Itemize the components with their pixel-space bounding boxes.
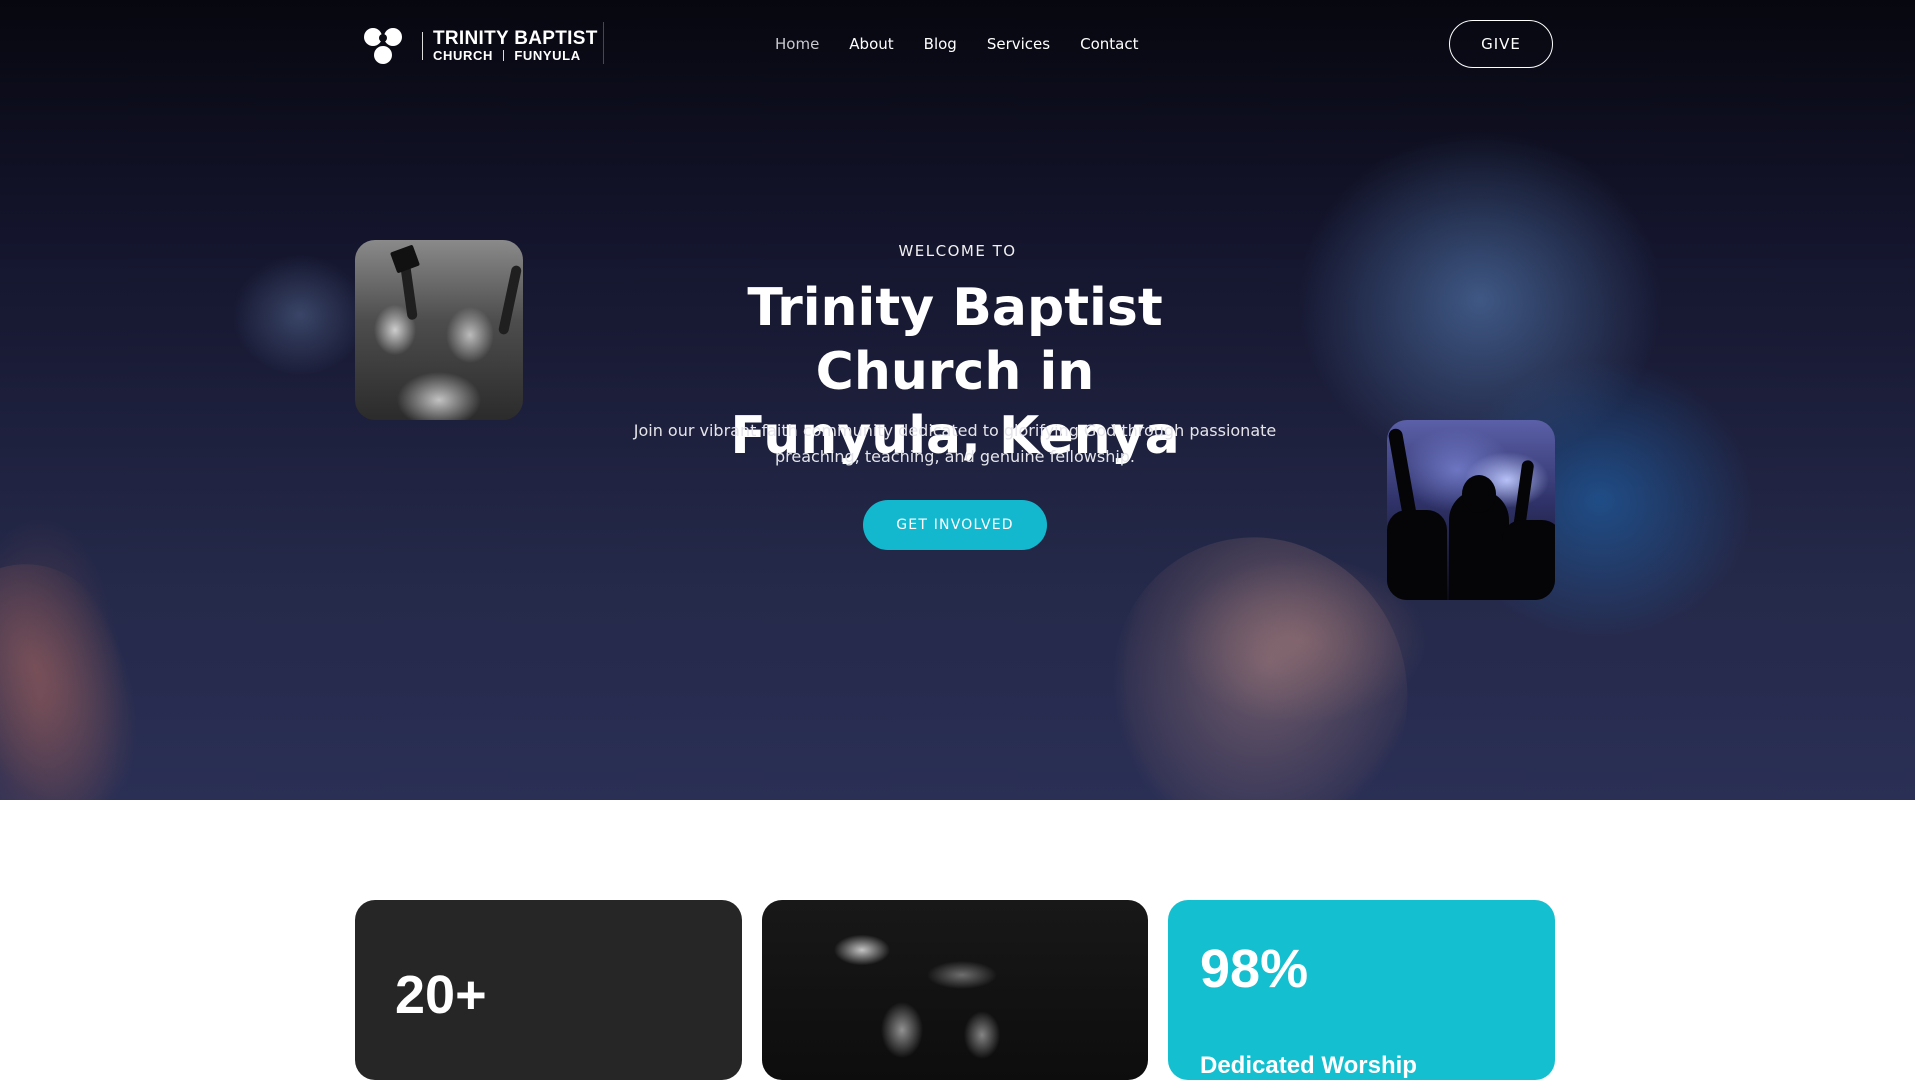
nav-home-link[interactable]: Home xyxy=(775,35,819,53)
nav-services-link[interactable]: Services xyxy=(987,35,1050,53)
raised-hand-left-image xyxy=(0,536,177,800)
raised-hands-concert-photo xyxy=(1387,420,1555,600)
hero-description: Join our vibrant faith community dedicat… xyxy=(633,421,1277,466)
stat-card-worship-photo xyxy=(762,900,1148,1080)
stat-card-years: 20+ xyxy=(355,900,742,1080)
worship-congregation-photo xyxy=(355,240,523,420)
church-logo[interactable]: TRINITY BAPTIST CHURCH FUNYULA xyxy=(360,24,605,68)
main-menu: Home About Blog Services Contact xyxy=(775,35,1138,53)
give-button[interactable]: GIVE xyxy=(1449,20,1553,68)
nav-about-link[interactable]: About xyxy=(849,35,893,53)
get-involved-button[interactable]: GET INVOLVED xyxy=(863,500,1047,550)
stat-years-value: 20+ xyxy=(395,965,487,1025)
stat-card-worship: 98% Dedicated Worship xyxy=(1168,900,1555,1080)
logo-subtitle-right: FUNYULA xyxy=(514,48,581,64)
trinity-logo-icon xyxy=(360,24,408,68)
logo-subtitle-left: CHURCH xyxy=(433,48,493,64)
hero-title-line-1: Trinity Baptist Church in xyxy=(747,278,1163,402)
top-navigation: TRINITY BAPTIST CHURCH FUNYULA Home Abou… xyxy=(0,0,1915,90)
nav-contact-link[interactable]: Contact xyxy=(1080,35,1138,53)
stat-worship-label: Dedicated Worship xyxy=(1200,1052,1417,1079)
stat-worship-value: 98% xyxy=(1200,939,1309,999)
hero-eyebrow: WELCOME TO xyxy=(898,242,1017,260)
logo-divider xyxy=(422,32,423,60)
logo-edge-divider xyxy=(603,22,604,64)
logo-subtitle: CHURCH FUNYULA xyxy=(433,49,598,63)
hero-section: TRINITY BAPTIST CHURCH FUNYULA Home Abou… xyxy=(0,0,1915,800)
nav-blog-link[interactable]: Blog xyxy=(924,35,957,53)
logo-wordmark: TRINITY BAPTIST CHURCH FUNYULA xyxy=(433,29,598,63)
logo-title: TRINITY BAPTIST xyxy=(433,28,598,50)
